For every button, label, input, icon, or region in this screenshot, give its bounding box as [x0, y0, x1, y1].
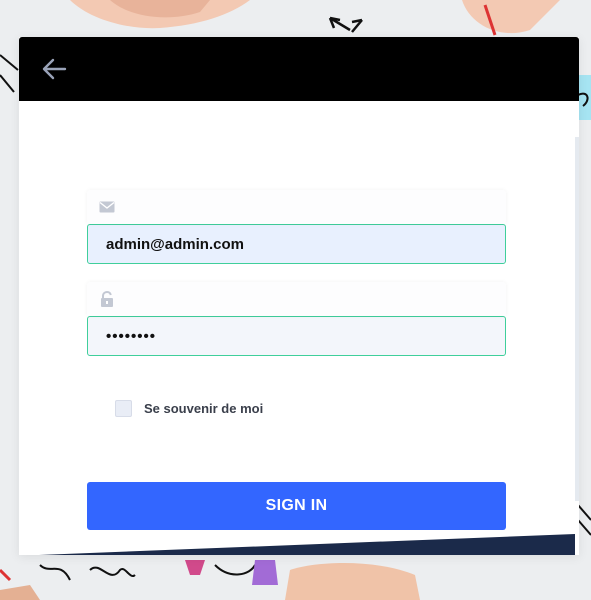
password-field-group [87, 282, 506, 356]
email-label-row [87, 190, 506, 224]
email-field-group [87, 190, 506, 264]
back-button[interactable] [41, 57, 67, 81]
envelope-icon [99, 201, 115, 213]
login-card: Se souvenir de moi SIGN IN [19, 37, 579, 555]
arrow-left-icon [42, 58, 67, 80]
email-input[interactable] [87, 224, 506, 264]
unlock-icon [101, 291, 113, 307]
password-label-row [87, 282, 506, 316]
card-header [19, 37, 579, 101]
password-input[interactable] [87, 316, 506, 356]
remember-checkbox[interactable] [115, 399, 132, 417]
remember-me[interactable]: Se souvenir de moi [115, 398, 263, 418]
remember-label: Se souvenir de moi [144, 400, 264, 416]
sign-in-button[interactable]: SIGN IN [87, 482, 506, 530]
